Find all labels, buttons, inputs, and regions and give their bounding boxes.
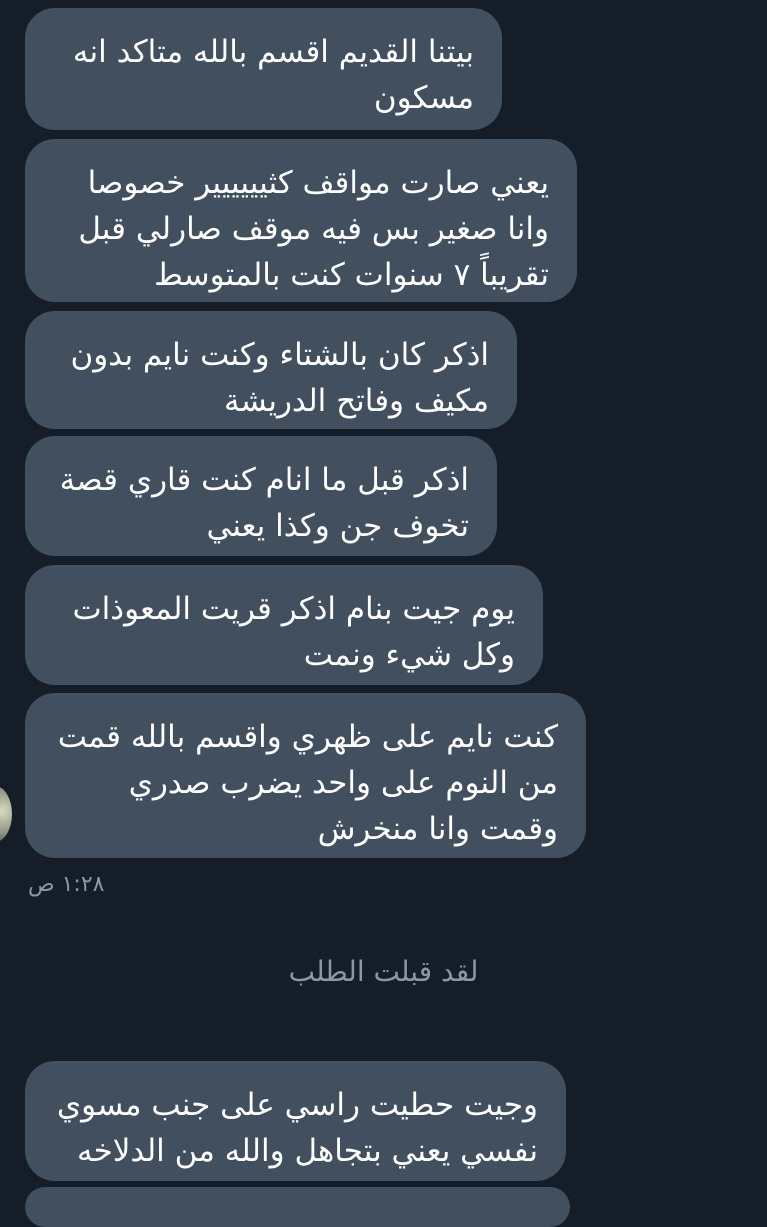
message-text: اذكر قبل ما انام كنت قاري قصة bbox=[59, 462, 469, 498]
message-bubble[interactable]: كنت نايم على ظهري واقسم بالله قمت من الن… bbox=[25, 693, 586, 858]
message-text: كنت نايم على ظهري واقسم بالله قمت bbox=[57, 719, 558, 755]
message-text: وانا صغير بس فيه موقف صارلي قبل bbox=[78, 211, 549, 247]
message-text: بيتنا القديم اقسم بالله متاكد انه bbox=[72, 34, 474, 70]
message-timestamp: ١:٢٨ ص bbox=[28, 872, 105, 897]
message-text: يعني صارت مواقف كثيييييير خصوصا bbox=[87, 165, 549, 201]
message-text: اذكر كان بالشتاء وكنت نايم بدون bbox=[70, 337, 489, 373]
message-bubble[interactable] bbox=[25, 1187, 570, 1227]
message-bubble[interactable]: يوم جيت بنام اذكر قريت المعوذات وكل شيء … bbox=[25, 565, 543, 685]
message-text: مكيف وفاتح الدريشة bbox=[224, 383, 489, 419]
message-bubble[interactable]: بيتنا القديم اقسم بالله متاكد انه مسكون bbox=[25, 8, 502, 130]
message-text: نفسي يعني بتجاهل والله من الدلاخه bbox=[76, 1133, 538, 1169]
message-bubble[interactable]: وجيت حطيت راسي على جنب مسوي نفسي يعني بت… bbox=[25, 1061, 566, 1181]
message-text: وكل شيء ونمت bbox=[303, 637, 515, 673]
message-text: مسكون bbox=[373, 80, 474, 116]
message-text: وقمت وانا منخرش bbox=[317, 811, 558, 847]
message-text: من النوم على واحد يضرب صدري bbox=[128, 765, 558, 801]
message-text: تخوف جن وكذا يعني bbox=[206, 508, 469, 544]
message-text: وجيت حطيت راسي على جنب مسوي bbox=[56, 1087, 538, 1123]
message-bubble[interactable]: يعني صارت مواقف كثيييييير خصوصا وانا صغي… bbox=[25, 139, 577, 302]
sender-avatar[interactable] bbox=[0, 786, 12, 842]
message-text: يوم جيت بنام اذكر قريت المعوذات bbox=[72, 591, 515, 627]
message-bubble[interactable]: اذكر قبل ما انام كنت قاري قصة تخوف جن وك… bbox=[25, 436, 497, 556]
message-text: تقريباً ٧ سنوات كنت بالمتوسط bbox=[154, 257, 549, 293]
request-accepted-notice: لقد قبلت الطلب bbox=[288, 955, 479, 988]
message-bubble[interactable]: اذكر كان بالشتاء وكنت نايم بدون مكيف وفا… bbox=[25, 311, 517, 429]
